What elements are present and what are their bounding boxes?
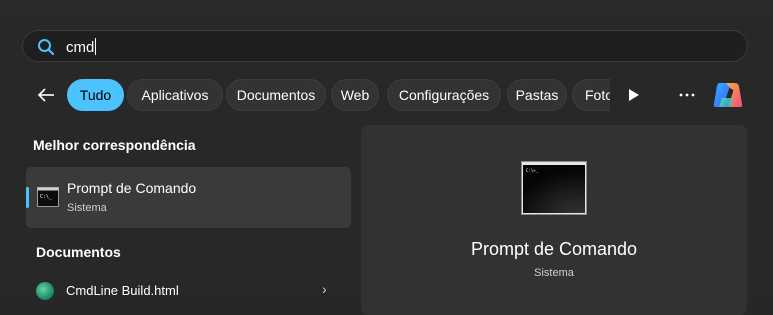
preview-pane: C:\>_ Prompt de Comando Sistema (361, 125, 747, 315)
documents-heading: Documentos (36, 244, 121, 260)
result-title: Prompt de Comando (67, 180, 197, 196)
tab-tudo[interactable]: Tudo (67, 79, 124, 111)
preview-title: Prompt de Comando (470, 239, 638, 259)
more-dots-icon (679, 93, 695, 97)
svg-text:C:\>_: C:\>_ (526, 168, 539, 173)
tab-pastas[interactable]: Pastas (507, 79, 567, 111)
chevron-right-icon[interactable]: › (322, 281, 327, 297)
result-subtitle: Sistema (67, 202, 107, 214)
tab-fotos[interactable]: Fotos (572, 79, 610, 111)
tab-documentos[interactable]: Documentos (226, 79, 326, 111)
play-icon[interactable] (628, 89, 640, 101)
best-match-heading: Melhor correspondência (33, 137, 196, 153)
tab-web[interactable]: Web (331, 79, 379, 111)
document-item[interactable]: CmdLine Build.html › (36, 280, 336, 300)
edge-icon (36, 282, 54, 300)
back-arrow-icon[interactable] (36, 85, 56, 105)
selection-indicator (26, 187, 29, 208)
tab-aplicativos[interactable]: Aplicativos (127, 79, 223, 111)
search-box[interactable]: cmd (22, 30, 748, 62)
search-input[interactable]: cmd (66, 38, 97, 56)
preview-subtitle: Sistema (534, 267, 574, 279)
copilot-icon[interactable] (711, 80, 743, 110)
text-caret (95, 38, 97, 55)
best-match-result[interactable]: C:\_ Prompt de Comando Sistema (26, 167, 351, 228)
filter-tabs: Tudo Aplicativos Documentos Web Configur… (67, 79, 610, 111)
more-icon[interactable] (678, 86, 696, 104)
command-prompt-large-icon: C:\>_ (521, 161, 587, 215)
search-icon (38, 39, 55, 56)
start-search-panel: cmd Tudo Aplicativos Documentos Web Conf… (0, 0, 773, 315)
command-prompt-icon: C:\_ (37, 187, 59, 207)
tab-configuracoes[interactable]: Configurações (387, 79, 501, 111)
search-query: cmd (66, 39, 95, 56)
svg-text:C:\_: C:\_ (40, 194, 53, 200)
